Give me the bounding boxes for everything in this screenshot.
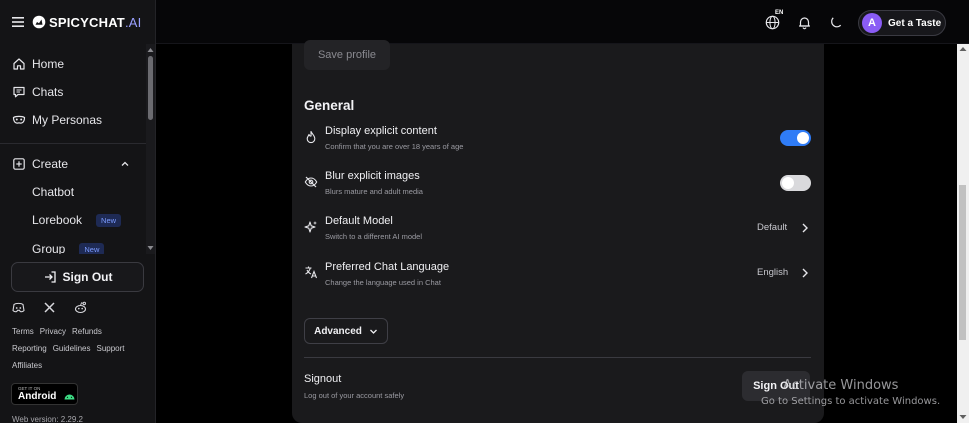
moon-icon[interactable] [829,15,844,30]
footer-link-support[interactable]: Support [97,344,125,353]
get-a-taste-label: Get a Taste [888,17,942,29]
translate-icon [305,266,318,279]
reddit-icon[interactable] [74,301,87,314]
setting-subtitle: Switch to a different AI model [325,232,422,241]
page-scroll-down-icon[interactable] [959,414,967,420]
globe-language-icon[interactable] [765,15,780,30]
toggle-knob [797,132,809,144]
setting-title: Default Model [325,215,393,227]
sidebar-item-lorebook[interactable]: Lorebook New [32,210,122,230]
settings-panel: Save profile General Display explicit co… [292,40,824,423]
chat-icon [13,86,25,98]
sidebar-item-label: Chatbot [32,185,75,199]
sidebar-item-label: Lorebook [32,213,83,227]
sidebar: SPICYCHAT .AI Home Chats My Personas Crea… [0,0,156,423]
sidebar-item-chats[interactable]: Chats [12,82,63,102]
sidebar-item-label: Create [32,157,69,171]
footer-link-affiliates[interactable]: Affiliates [12,361,42,370]
brand-suffix: .AI [124,14,142,30]
sidebar-item-label: Chats [32,85,64,99]
sidebar-header: SPICYCHAT .AI [0,0,156,44]
toggle-knob [782,177,794,189]
logo-icon [32,15,46,29]
setting-subtitle: Confirm that you are over 18 years of ag… [325,142,464,151]
footer-links-row-2: Reporting Guidelines Support [12,344,125,353]
menu-icon[interactable] [12,17,24,27]
footer-link-guidelines[interactable]: Guidelines [53,344,91,353]
sidebar-item-chatbot[interactable]: Chatbot [32,182,74,202]
sidebar-item-label: My Personas [32,113,103,127]
home-icon [13,58,25,70]
setting-subtitle: Change the language used in Chat [325,278,441,287]
footer-link-privacy[interactable]: Privacy [40,327,66,336]
page-scroll-up-icon[interactable] [959,46,967,52]
footer-link-refunds[interactable]: Refunds [72,327,102,336]
setting-title: Display explicit content [325,125,437,137]
chevron-right-icon[interactable] [801,223,809,233]
language-tag: EN [775,10,784,16]
scroll-down-arrow-icon[interactable] [147,245,154,251]
chevron-right-icon[interactable] [801,268,809,278]
web-version: Web version: 2.29.2 [12,415,84,423]
top-bar: EN A Get a Taste [156,0,969,44]
general-section-title: General [304,98,355,113]
brand-logo[interactable]: SPICYCHAT .AI [32,15,141,30]
setting-subtitle: Blurs mature and adult media [325,187,423,196]
eye-off-icon [304,176,318,188]
footer-link-terms[interactable]: Terms [12,327,34,336]
android-badge-label: Android [18,391,57,402]
x-twitter-icon[interactable] [43,301,56,314]
sparkles-icon [304,221,317,233]
footer-link-reporting[interactable]: Reporting [12,344,47,353]
scroll-up-arrow-icon[interactable] [147,47,154,53]
signout-subtitle: Log out of your account safely [304,391,405,400]
sidebar-item-my-personas[interactable]: My Personas [12,110,102,130]
sidebar-scrollbar-thumb[interactable] [148,56,153,120]
advanced-label: Advanced [314,325,362,337]
sidebar-nav: Home Chats My Personas Create Chatbot Lo… [0,44,146,254]
default-model-value[interactable]: Default [757,222,787,233]
chevron-up-icon[interactable] [120,159,130,169]
sidebar-item-label: Group [32,242,66,254]
chat-language-value[interactable]: English [757,267,788,278]
sidebar-sign-out-button[interactable]: Sign Out [11,262,144,292]
avatar: A [862,13,882,33]
sign-in-arrow-icon [44,271,56,283]
sidebar-item-group[interactable]: Group New [32,239,105,254]
activate-windows-subtitle: Go to Settings to activate Windows. [761,396,941,407]
chevron-down-icon [369,329,377,334]
signout-title: Signout [304,373,342,385]
setting-title: Preferred Chat Language [325,261,450,273]
android-app-badge[interactable]: GET IT ON Android [11,383,78,405]
mask-icon [12,115,26,124]
sidebar-item-create[interactable]: Create [12,154,68,174]
blur-explicit-toggle[interactable] [780,175,811,191]
advanced-dropdown-button[interactable]: Advanced [304,318,388,344]
new-badge: New [96,213,122,227]
bell-icon[interactable] [797,15,812,30]
activate-windows-watermark: Activate Windows Go to Settings to activ… [761,378,940,407]
android-robot-icon [64,394,75,400]
sidebar-item-label: Home [32,57,65,71]
page-scrollbar-thumb[interactable] [959,185,966,340]
discord-icon[interactable] [12,301,25,314]
brand-name: SPICYCHAT [49,14,125,30]
display-explicit-toggle[interactable] [780,130,811,146]
save-profile-button[interactable]: Save profile [304,40,390,70]
footer-links-row-3: Affiliates [12,361,42,370]
sign-out-label: Sign Out [62,270,113,284]
get-a-taste-button[interactable]: A Get a Taste [858,10,946,36]
section-divider [304,357,811,358]
sidebar-item-home[interactable]: Home [12,54,64,74]
social-links [12,301,87,314]
plus-square-icon [13,158,25,170]
new-badge: New [79,242,105,254]
setting-title: Blur explicit images [325,170,420,182]
sidebar-divider [0,143,146,144]
flame-icon [306,130,316,144]
footer-links-row-1: Terms Privacy Refunds [12,327,102,336]
activate-windows-title: Activate Windows [783,378,899,393]
